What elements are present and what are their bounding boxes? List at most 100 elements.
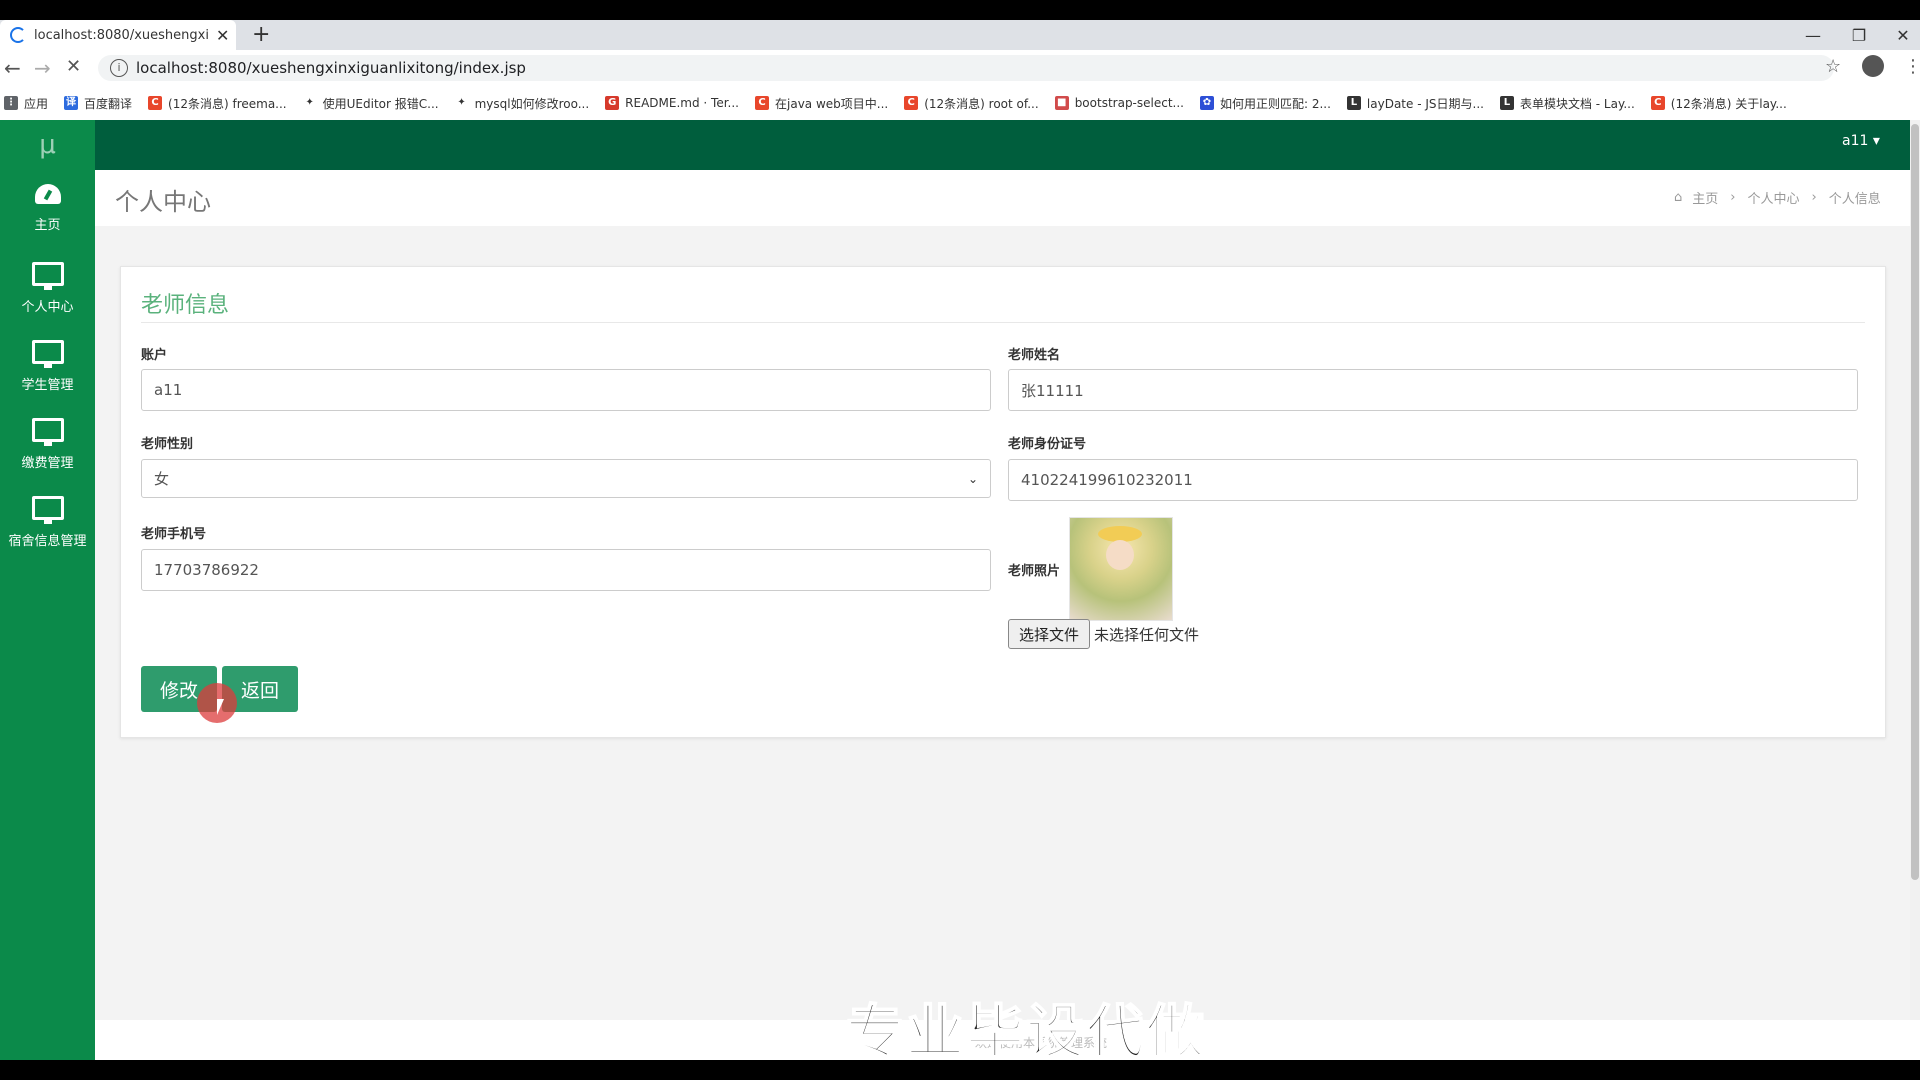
- account-input[interactable]: a11: [141, 369, 991, 411]
- mouse-cursor: [197, 683, 237, 723]
- app-logo: μ: [39, 130, 56, 160]
- bookmark-label: (12条消息) freema...: [168, 96, 287, 111]
- bookmark-item[interactable]: ■ bootstrap-select...: [1054, 95, 1184, 112]
- breadcrumb-current: 个人信息: [1828, 192, 1881, 207]
- page-title: 个人中心: [115, 188, 211, 216]
- bookmark-favicon-icon: ⋮: [4, 96, 18, 110]
- page-header: [95, 170, 1920, 227]
- id-number-input[interactable]: 410224199610232011: [1008, 459, 1858, 501]
- minimize-button[interactable]: —: [1790, 20, 1836, 50]
- monitor-icon: [31, 418, 64, 446]
- site-info-icon[interactable]: i: [110, 59, 128, 77]
- card-title: 老师信息: [141, 293, 230, 318]
- choose-file-button[interactable]: 选择文件: [1008, 619, 1090, 649]
- bookmark-label: (12条消息) root of...: [924, 96, 1039, 111]
- bookmark-favicon-icon: ✿: [1199, 96, 1214, 110]
- home-icon: ⌂: [1674, 190, 1683, 205]
- file-status: 未选择任何文件: [1094, 626, 1200, 644]
- bookmark-label: (12条消息) 关于lay...: [1670, 96, 1787, 111]
- name-input[interactable]: 张11111: [1008, 369, 1858, 411]
- name-value: 张11111: [1021, 381, 1084, 400]
- divider: [141, 322, 1865, 323]
- bookmark-favicon-icon: C: [755, 96, 769, 110]
- sidebar-item-students[interactable]: 学生管理: [0, 334, 95, 412]
- bookmark-label: 使用UEditor 报错C...: [322, 96, 439, 111]
- bookmark-item[interactable]: C 在java web项目中...: [755, 95, 888, 112]
- user-menu[interactable]: a11 ▾: [1842, 133, 1880, 149]
- sidebar-item-label: 宿舍信息管理: [8, 534, 87, 549]
- id-number-value: 410224199610232011: [1021, 471, 1193, 489]
- bookmark-favicon-icon: L: [1499, 96, 1514, 110]
- photo-label: 老师照片: [1008, 564, 1061, 579]
- bookmark-favicon-icon: 译: [64, 96, 79, 110]
- bookmark-label: 如何用正则匹配: 2...: [1219, 96, 1331, 111]
- gender-value: 女: [154, 470, 170, 488]
- new-tab-button[interactable]: +: [252, 22, 270, 47]
- gender-select[interactable]: 女 ⌄: [141, 459, 991, 498]
- sidebar-item-home[interactable]: 主页: [0, 178, 95, 256]
- bookmark-item[interactable]: LlayDate - JS日期与...: [1346, 95, 1484, 112]
- chevron-down-icon: ⌄: [967, 471, 978, 486]
- bookmark-label: 在java web项目中...: [775, 96, 889, 111]
- bookmark-item[interactable]: ⋮ 应用: [4, 95, 48, 112]
- monitor-icon: [31, 262, 64, 290]
- bookmark-favicon-icon: L: [1346, 96, 1361, 110]
- bookmark-item[interactable]: C (12条消息) 关于lay...: [1650, 95, 1787, 112]
- restore-button[interactable]: ❐: [1836, 20, 1882, 50]
- stop-loading-icon[interactable]: ✕: [66, 56, 81, 77]
- account-value: a11: [154, 381, 183, 399]
- tab-close-icon[interactable]: ✕: [216, 26, 229, 45]
- sidebar-item-label: 主页: [34, 218, 61, 233]
- bookmark-label: 应用: [24, 96, 49, 111]
- bookmark-item[interactable]: ✦ mysql如何修改roo...: [454, 95, 589, 112]
- bookmark-item[interactable]: C (12条消息) root of...: [904, 95, 1039, 112]
- forward-arrow-icon[interactable]: →: [34, 56, 51, 80]
- bookmark-item[interactable]: G README.md · Ter...: [605, 95, 739, 112]
- bookmark-item[interactable]: L 表单模块文档 - Lay...: [1499, 95, 1635, 112]
- gender-label: 老师性别: [141, 437, 194, 452]
- back-arrow-icon[interactable]: ←: [4, 56, 21, 80]
- id-number-label: 老师身份证号: [1008, 437, 1087, 452]
- bookmark-label: README.md · Ter...: [625, 96, 739, 110]
- tab-title: localhost:8080/xueshengxinxi: [34, 27, 210, 43]
- watermark-caption: 专业毕设代做: [845, 997, 1207, 1067]
- tab-strip: [0, 20, 1920, 50]
- name-label: 老师姓名: [1008, 348, 1061, 363]
- bookmark-item[interactable]: C (12条消息) freema...: [148, 95, 287, 112]
- bookmark-item[interactable]: ✦ 使用UEditor 报错C...: [302, 95, 439, 112]
- dashboard-icon: [34, 184, 61, 204]
- account-label: 账户: [141, 348, 168, 363]
- profile-avatar-icon[interactable]: [1862, 55, 1884, 77]
- bookmark-favicon-icon: C: [904, 96, 919, 110]
- phone-label: 老师手机号: [141, 527, 207, 542]
- sidebar-item-profile[interactable]: 个人中心: [0, 256, 95, 334]
- menu-kebab-icon[interactable]: ⋮: [1904, 56, 1920, 77]
- scrollbar-thumb[interactable]: [1911, 124, 1919, 880]
- bookmark-favicon-icon: ✦: [454, 96, 469, 110]
- browser-tab[interactable]: localhost:8080/xueshengxinxi ✕: [0, 20, 236, 50]
- bookmark-item[interactable]: 译百度翻译: [64, 95, 132, 112]
- bookmark-favicon-icon: C: [148, 96, 163, 110]
- window-close-button[interactable]: ✕: [1880, 20, 1920, 50]
- breadcrumb-home[interactable]: 主页: [1692, 188, 1718, 207]
- breadcrumb-separator: ›: [1811, 190, 1817, 205]
- sidebar-item-label: 个人中心: [21, 300, 74, 315]
- bookmark-favicon-icon: ■: [1054, 96, 1069, 110]
- breadcrumb-separator: ›: [1730, 190, 1736, 205]
- url-text: localhost:8080/xueshengxinxiguanlixitong…: [136, 59, 526, 77]
- bookmark-favicon-icon: C: [1650, 96, 1665, 110]
- loading-icon: [10, 27, 26, 43]
- bookmark-favicon-icon: G: [605, 96, 620, 110]
- sidebar-item-payments[interactable]: 缴费管理: [0, 412, 95, 490]
- bookmark-label: 百度翻译: [84, 96, 133, 111]
- phone-value: 17703786922: [154, 561, 259, 579]
- bookmark-label: layDate - JS日期与...: [1366, 96, 1484, 111]
- address-bar[interactable]: i localhost:8080/xueshengxinxiguanlixito…: [98, 55, 1834, 81]
- phone-input[interactable]: 17703786922: [141, 549, 991, 591]
- bookmark-item[interactable]: ✿ 如何用正则匹配: 2...: [1199, 95, 1331, 112]
- monitor-icon: [31, 496, 64, 524]
- sidebar-item-label: 缴费管理: [21, 456, 74, 471]
- breadcrumb-profile[interactable]: 个人中心: [1747, 188, 1799, 207]
- sidebar-item-dormitory[interactable]: 宿舍信息管理: [0, 490, 95, 568]
- bookmark-star-icon[interactable]: ☆: [1825, 56, 1841, 77]
